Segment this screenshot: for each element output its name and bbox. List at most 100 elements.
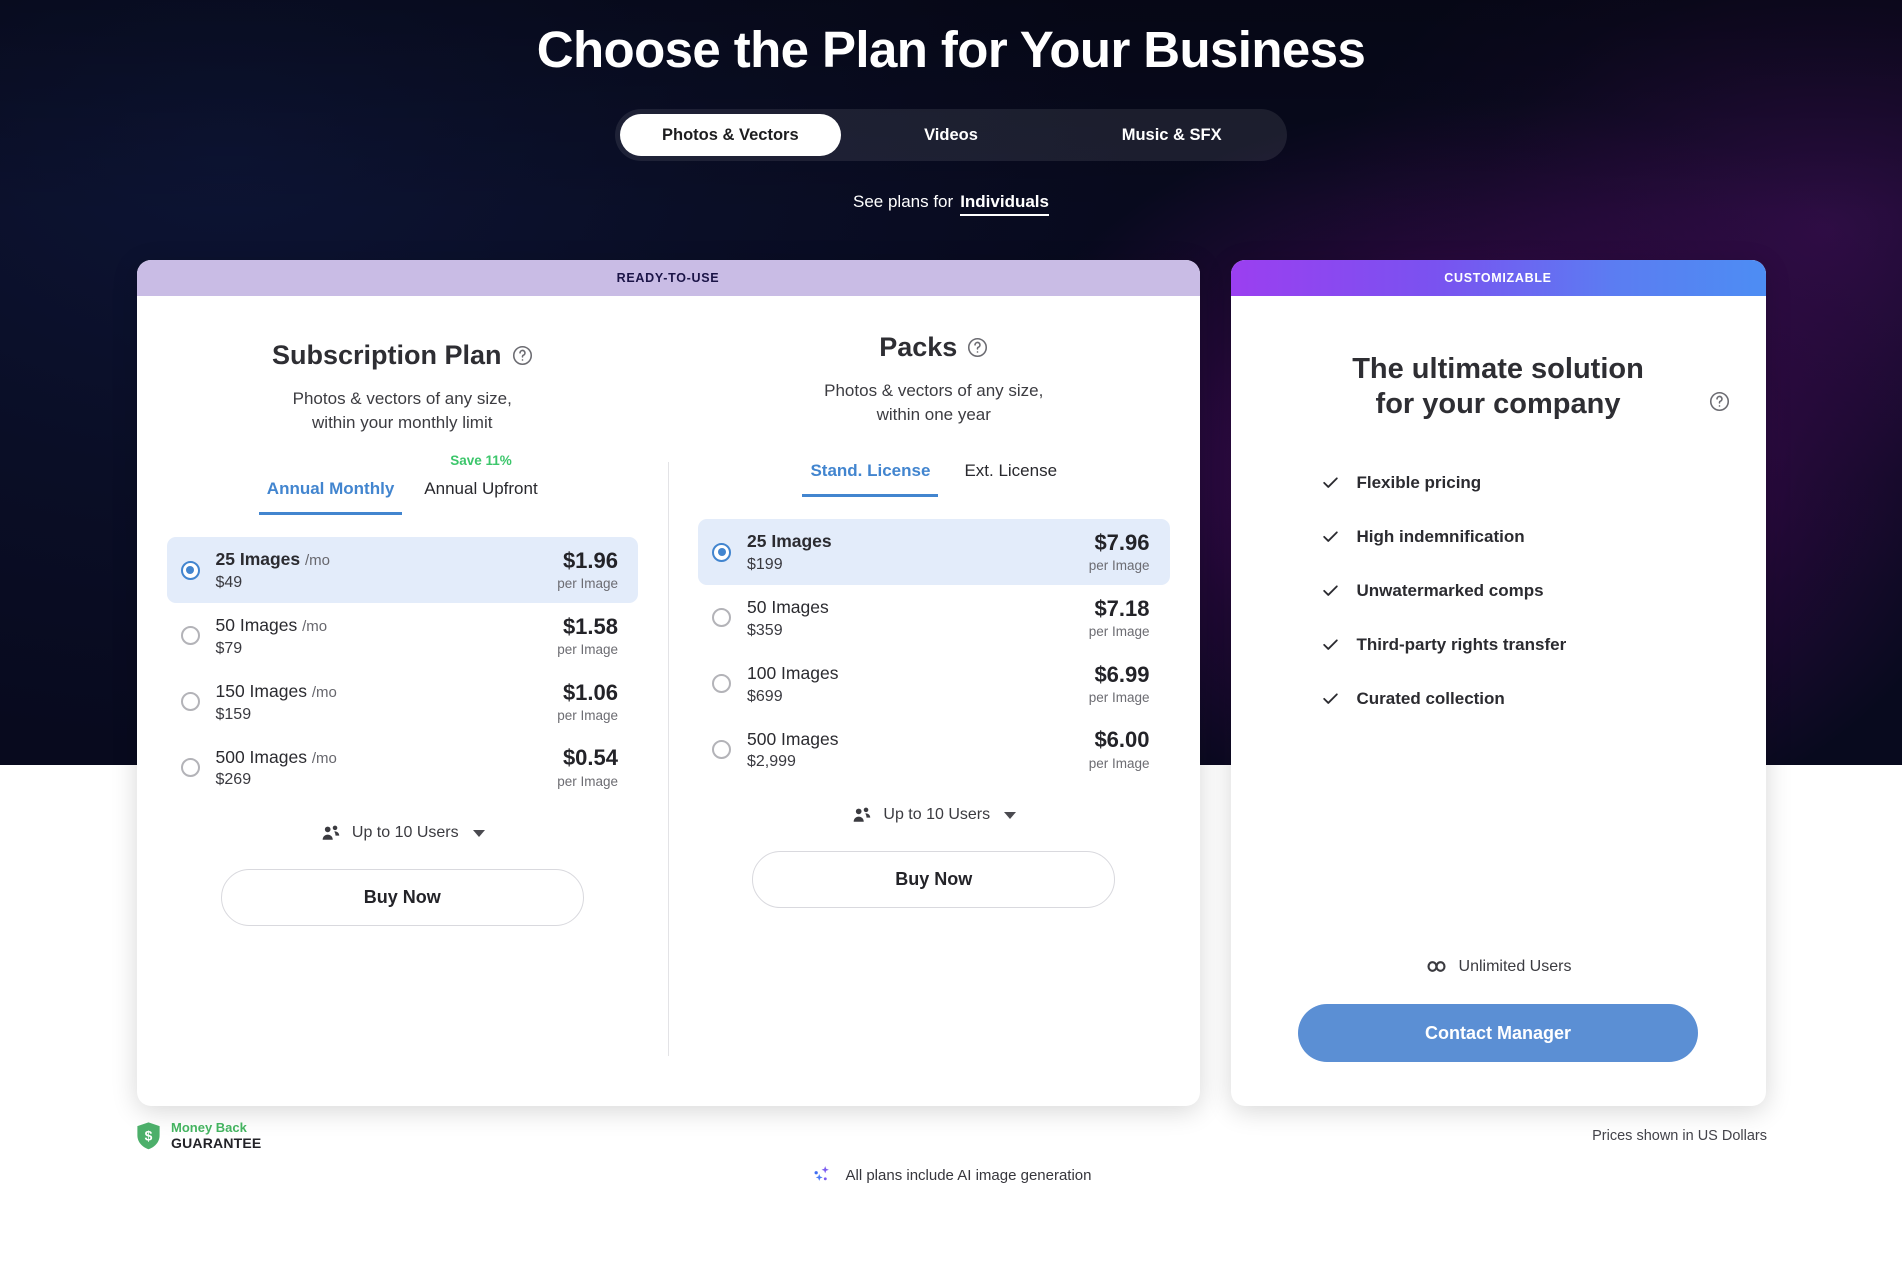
option-name: 500 Images	[747, 728, 839, 749]
subscription-users-selector[interactable]: Up to 10 Users	[167, 822, 639, 844]
option-unit-label: per Image	[557, 576, 618, 592]
option-unit-label: per Image	[1088, 558, 1150, 574]
subscription-pane: Subscription Plan Photos & vectors of an…	[137, 296, 669, 1106]
option-total: $269	[215, 771, 252, 789]
option-unit-price: $1.58	[562, 613, 618, 639]
option-unit-price: $1.96	[562, 548, 618, 574]
users-icon	[851, 804, 873, 826]
tab-annual-upfront-label: Annual Upfront	[424, 479, 538, 499]
customizable-title-line2: for your company	[1375, 388, 1621, 421]
option-left: 25 Images /mo $49	[216, 548, 558, 592]
footer: $ Money Back GUARANTEE Prices shown in U…	[0, 1120, 1902, 1187]
option-total: $2,999	[747, 753, 796, 771]
tab-standard-license[interactable]: Stand. License	[802, 455, 939, 498]
feature-item: Curated collection	[1321, 689, 1724, 709]
option-name-row: 100 Images	[747, 663, 838, 683]
option-name-row: 25 Images /mo	[216, 549, 331, 569]
subscription-option-row[interactable]: 500 Images /mo $269 $0.54 per Image	[167, 735, 639, 801]
help-circle-icon[interactable]	[1709, 391, 1730, 412]
radio-icon[interactable]	[712, 608, 731, 628]
contact-manager-button[interactable]: Contact Manager	[1298, 1004, 1698, 1063]
subscription-subtitle-line2: within your monthly limit	[312, 413, 493, 433]
see-plans-audience-selector[interactable]: Individuals	[960, 192, 1049, 217]
option-total: $199	[747, 556, 783, 574]
feature-label: Third-party rights transfer	[1356, 634, 1567, 654]
see-plans-row: See plans for Individuals	[0, 192, 1902, 217]
option-unit-label: per Image	[1088, 755, 1150, 771]
packs-license-tabs: Stand. License Ext. License	[698, 455, 1170, 498]
packs-title: Packs	[879, 332, 958, 363]
tab-annual-monthly[interactable]: Annual Monthly	[258, 473, 403, 516]
tab-annual-upfront[interactable]: Save 11% Annual Upfront	[416, 453, 545, 515]
customizable-title-line1: The ultimate solution	[1352, 353, 1644, 386]
unlimited-users-label: Unlimited Users	[1458, 957, 1572, 975]
option-right: $7.96 per Image	[1088, 530, 1150, 574]
tab-standard-license-label: Stand. License	[810, 461, 931, 481]
radio-icon[interactable]	[180, 757, 200, 777]
subscription-option-row[interactable]: 25 Images /mo $49 $1.96 per Image	[166, 537, 638, 604]
option-right: $6.00 per Image	[1088, 727, 1150, 771]
packs-option-row[interactable]: 500 Images $2,999 $6.00 per Image	[698, 717, 1170, 783]
option-unit-price: $1.06	[562, 679, 618, 705]
option-left: 50 Images $359	[747, 596, 1089, 640]
subscription-subtitle-line1: Photos & vectors of any size,	[292, 389, 512, 409]
subscription-option-row[interactable]: 150 Images /mo $159 $1.06 per Image	[167, 669, 639, 735]
subscription-buy-now-button[interactable]: Buy Now	[220, 869, 584, 927]
feature-item: Flexible pricing	[1321, 473, 1724, 493]
subscription-options: 25 Images /mo $49 $1.96 per Image 50 Ima…	[166, 537, 639, 801]
sparkles-icon	[811, 1164, 834, 1187]
option-right: $1.58 per Image	[557, 613, 618, 657]
packs-option-row[interactable]: 50 Images $359 $7.18 per Image	[698, 585, 1170, 651]
tab-music-sfx[interactable]: Music & SFX	[1061, 114, 1282, 156]
tab-extended-license[interactable]: Ext. License	[956, 455, 1065, 497]
subscription-title-row: Subscription Plan	[167, 340, 639, 371]
radio-icon[interactable]	[712, 542, 731, 562]
option-unit-label: per Image	[557, 773, 618, 789]
option-left: 500 Images /mo $269	[216, 746, 558, 790]
option-unit-price: $7.18	[1094, 595, 1150, 621]
tab-videos[interactable]: Videos	[841, 114, 1062, 156]
help-circle-icon[interactable]	[967, 337, 988, 358]
option-unit-price: $6.00	[1094, 727, 1150, 753]
option-unit-label: per Image	[557, 707, 618, 723]
radio-icon[interactable]	[180, 692, 200, 712]
feature-label: Unwatermarked comps	[1356, 580, 1544, 600]
customizable-title: The ultimate solution for your company	[1273, 352, 1729, 423]
radio-icon[interactable]	[712, 739, 731, 759]
option-total: $49	[215, 574, 243, 592]
option-left: 100 Images $699	[747, 662, 1089, 706]
option-total: $359	[747, 621, 783, 639]
packs-users-selector[interactable]: Up to 10 Users	[698, 804, 1170, 826]
packs-users-label: Up to 10 Users	[883, 806, 991, 824]
check-icon	[1321, 473, 1340, 492]
packs-options: 25 Images $199 $7.96 per Image 50 Images…	[698, 519, 1170, 782]
ready-to-use-card: READY-TO-USE Subscription Plan Photos & …	[136, 260, 1200, 1107]
packs-option-row[interactable]: 100 Images $699 $6.99 per Image	[698, 651, 1170, 717]
option-period: /mo	[302, 618, 328, 636]
help-circle-icon[interactable]	[512, 345, 533, 366]
radio-icon[interactable]	[180, 560, 200, 580]
option-period: /mo	[311, 749, 337, 767]
radio-icon[interactable]	[180, 626, 200, 646]
option-total: $79	[215, 639, 243, 657]
footer-top-row: $ Money Back GUARANTEE Prices shown in U…	[135, 1120, 1767, 1152]
radio-icon[interactable]	[712, 674, 731, 694]
option-period: /mo	[311, 683, 337, 701]
option-name: 100 Images	[747, 662, 839, 683]
usd-note: Prices shown in US Dollars	[1592, 1128, 1767, 1145]
packs-buy-now-button[interactable]: Buy Now	[752, 851, 1116, 909]
option-name-row: 50 Images	[747, 597, 829, 617]
feature-label: Curated collection	[1356, 688, 1505, 708]
option-name: 50 Images	[215, 615, 298, 636]
subscription-users-label: Up to 10 Users	[351, 824, 459, 842]
subscription-title: Subscription Plan	[271, 340, 502, 371]
option-name: 50 Images	[747, 597, 829, 618]
feature-label: High indemnification	[1356, 526, 1525, 546]
svg-text:$: $	[145, 1128, 153, 1144]
subscription-option-row[interactable]: 50 Images /mo $79 $1.58 per Image	[167, 603, 639, 669]
option-name: 25 Images	[215, 549, 301, 570]
tab-extended-license-label: Ext. License	[964, 461, 1058, 481]
packs-option-row[interactable]: 25 Images $199 $7.96 per Image	[698, 519, 1170, 586]
option-unit-label: per Image	[1088, 624, 1150, 640]
tab-photos-vectors[interactable]: Photos & Vectors	[620, 114, 841, 157]
